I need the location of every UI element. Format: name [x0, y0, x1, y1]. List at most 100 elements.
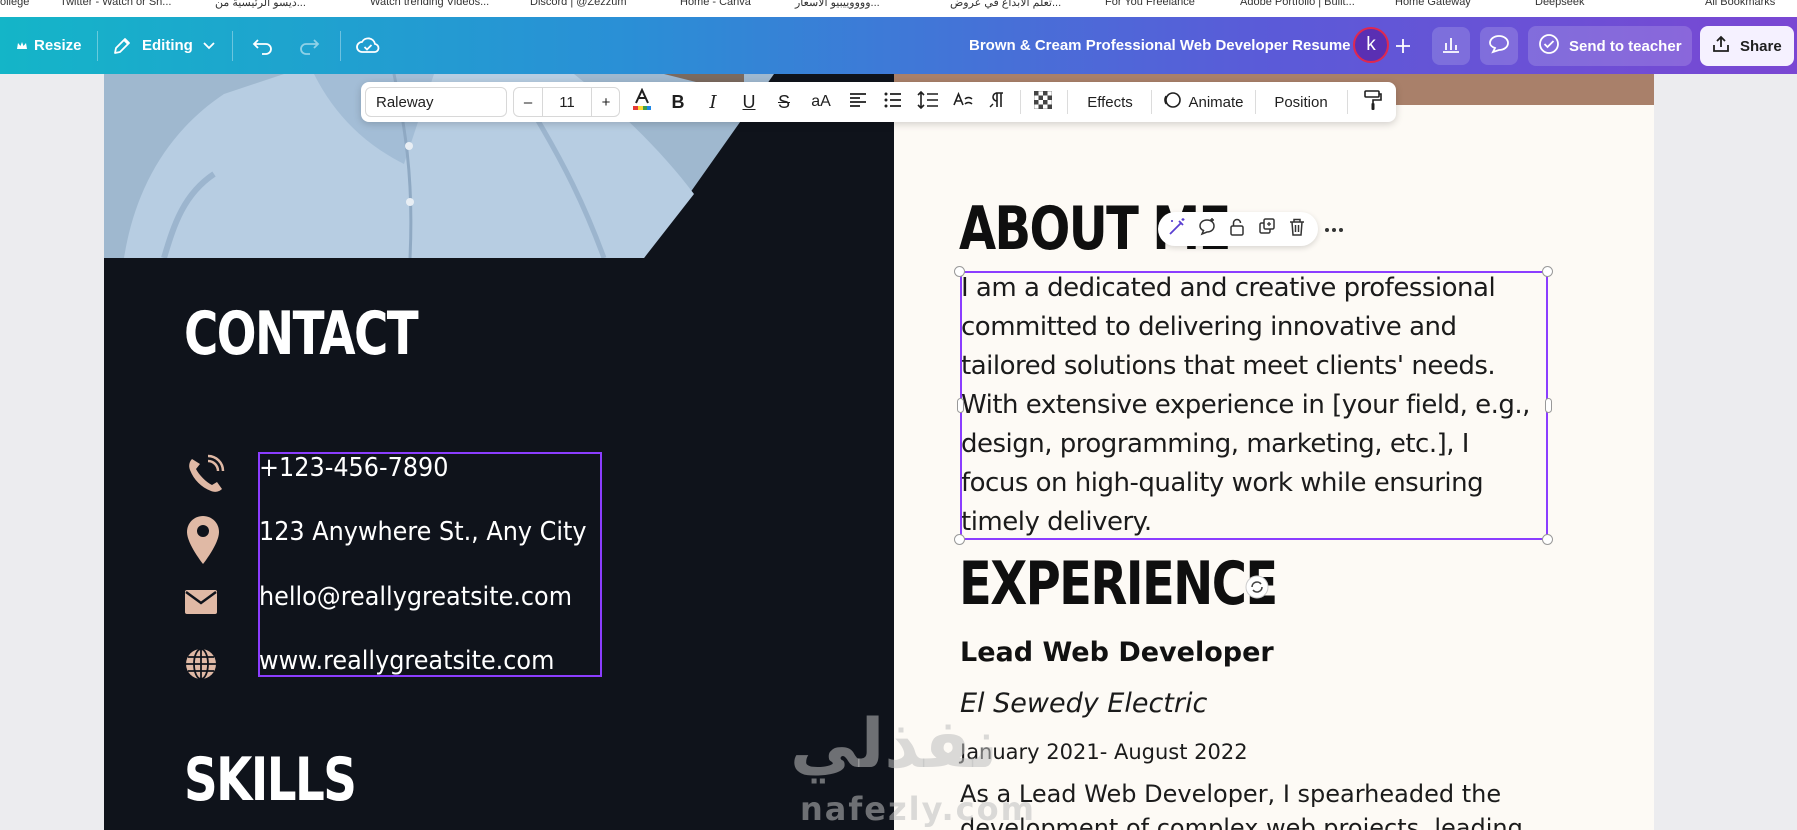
- paint-roller-icon: [1363, 89, 1383, 115]
- font-family-dropdown[interactable]: Raleway: [365, 87, 507, 117]
- resize-handle[interactable]: [954, 534, 965, 545]
- upload-icon: [1711, 34, 1731, 58]
- minus-label: –: [523, 93, 533, 111]
- magic-write-button[interactable]: [1162, 212, 1192, 246]
- bookmark-item[interactable]: Twitter - Watch or Sh...: [60, 0, 171, 8]
- crown-icon: [16, 40, 28, 52]
- strikethrough-button[interactable]: S: [769, 82, 799, 122]
- spacing-button[interactable]: [912, 82, 944, 122]
- line-spacing-icon: [917, 90, 939, 114]
- copy-style-button[interactable]: [1355, 82, 1391, 122]
- resize-handle[interactable]: [957, 398, 964, 413]
- skills-heading[interactable]: SKILLS: [184, 745, 357, 815]
- font-size-value: 11: [559, 93, 575, 111]
- experience-heading[interactable]: EXPERIENCE: [959, 549, 1278, 619]
- contact-text-selection[interactable]: [258, 452, 602, 677]
- bookmark-item[interactable]: Home Gateway: [1395, 0, 1471, 8]
- comment-plus-icon: [1197, 217, 1217, 242]
- bookmark-item[interactable]: ووووييبيو الاسعار...: [795, 0, 880, 9]
- job-description-line[interactable]: As a Lead Web Developer, I spearheaded t…: [960, 780, 1501, 808]
- job-title[interactable]: Lead Web Developer: [960, 637, 1274, 668]
- watermark-arabic: نفذلي: [790, 705, 999, 784]
- contact-heading[interactable]: CONTACT: [184, 299, 419, 369]
- plus-icon: [1394, 37, 1412, 55]
- share-button[interactable]: Share: [1700, 26, 1794, 66]
- avatar-initial: k: [1366, 34, 1376, 55]
- add-collaborator-button[interactable]: [1394, 17, 1412, 74]
- align-left-icon: [848, 91, 868, 113]
- bold-button[interactable]: B: [663, 82, 693, 122]
- italic-button[interactable]: I: [698, 82, 728, 122]
- font-size-input[interactable]: 11: [542, 88, 592, 116]
- undo-button[interactable]: [252, 17, 274, 74]
- document-title[interactable]: Brown & Cream Professional Web Developer…: [969, 17, 1351, 74]
- resize-handle[interactable]: [1542, 534, 1553, 545]
- letter-case-button[interactable]: aA: [804, 82, 838, 122]
- bookmark-item[interactable]: Discord | @Zezzum: [530, 0, 627, 8]
- insights-button[interactable]: [1432, 27, 1470, 65]
- transparency-button[interactable]: [1027, 82, 1059, 122]
- bookmark-item[interactable]: ollege: [0, 0, 29, 8]
- font-size-decrease-button[interactable]: –: [514, 88, 542, 116]
- bookmark-item[interactable]: Deepseek: [1535, 0, 1585, 8]
- bookmark-item[interactable]: For You Freelance: [1105, 0, 1195, 8]
- text-style-icon: [952, 90, 974, 114]
- contact-phone[interactable]: +123-456-7890: [259, 453, 448, 483]
- animate-button[interactable]: Animate: [1159, 82, 1247, 122]
- position-button[interactable]: Position: [1263, 82, 1339, 122]
- underline-button[interactable]: U: [734, 82, 764, 122]
- animate-icon: [1162, 90, 1182, 114]
- rotate-handle-icon[interactable]: [1245, 575, 1269, 604]
- send-to-teacher-label: Send to teacher: [1569, 37, 1682, 55]
- bookmark-item[interactable]: Adobe Portfolio | Built...: [1240, 0, 1355, 8]
- globe-icon: [184, 647, 218, 686]
- resize-label: Resize: [34, 37, 82, 54]
- resize-handle[interactable]: [1545, 398, 1552, 413]
- editor-top-bar: Resize Editing Brown & Cream Professiona…: [0, 17, 1797, 74]
- bookmark-item[interactable]: Home - Canva: [680, 0, 751, 8]
- about-text-selection[interactable]: [960, 271, 1548, 540]
- redo-button[interactable]: [298, 17, 320, 74]
- duplicate-button[interactable]: [1252, 212, 1282, 246]
- font-size-stepper: – 11 +: [513, 87, 620, 117]
- cloud-save-button[interactable]: [356, 17, 380, 74]
- bookmark-item[interactable]: All Bookmarks: [1705, 0, 1775, 8]
- bookmark-item[interactable]: Watch trending Videos...: [370, 0, 489, 8]
- send-to-teacher-button[interactable]: Send to teacher: [1528, 26, 1692, 66]
- paragraph-button[interactable]: [981, 82, 1013, 122]
- duplicate-icon: [1257, 217, 1277, 242]
- job-description-line[interactable]: development of complex web projects, lea…: [960, 814, 1523, 830]
- lock-icon: [1228, 217, 1246, 242]
- avatar[interactable]: k: [1353, 27, 1389, 63]
- employment-dates[interactable]: January 2021- August 2022: [960, 740, 1248, 764]
- more-options-button[interactable]: [1319, 212, 1349, 246]
- resize-button[interactable]: Resize: [16, 17, 82, 74]
- font-size-increase-button[interactable]: +: [592, 88, 620, 116]
- bookmark-item[interactable]: تعلم الابداع في عروض...: [950, 0, 1061, 9]
- position-label: Position: [1274, 93, 1328, 111]
- list-button[interactable]: [877, 82, 909, 122]
- bookmark-item[interactable]: ديسو الرئيسية من...: [215, 0, 306, 9]
- add-comment-button[interactable]: [1192, 212, 1222, 246]
- animate-label: Animate: [1188, 93, 1244, 111]
- share-label: Share: [1740, 37, 1782, 55]
- comments-button[interactable]: [1480, 27, 1518, 65]
- bookmarks-bar: ollege Twitter - Watch or Sh... ديسو الر…: [0, 0, 1797, 17]
- element-quick-actions: [1158, 212, 1318, 246]
- delete-button[interactable]: [1282, 212, 1312, 246]
- lock-button[interactable]: [1222, 212, 1252, 246]
- editing-mode-button[interactable]: Editing: [112, 17, 215, 74]
- cloud-check-icon: [356, 36, 380, 56]
- text-format-toolbar: Raleway – 11 + B I U S aA Effects Animat…: [361, 82, 1396, 122]
- effects-button[interactable]: Effects: [1077, 82, 1143, 122]
- text-align-button[interactable]: [842, 82, 874, 122]
- resize-handle[interactable]: [954, 266, 965, 277]
- resize-handle[interactable]: [1542, 266, 1553, 277]
- contact-address[interactable]: 123 Anywhere St., Any City: [259, 517, 587, 547]
- contact-website[interactable]: www.reallygreatsite.com: [259, 646, 554, 676]
- text-effects-style-button[interactable]: [947, 82, 979, 122]
- contact-email[interactable]: hello@reallygreatsite.com: [259, 582, 572, 612]
- pilcrow-icon: [987, 90, 1007, 114]
- text-color-button[interactable]: [628, 82, 656, 122]
- magic-wand-icon: [1167, 217, 1187, 242]
